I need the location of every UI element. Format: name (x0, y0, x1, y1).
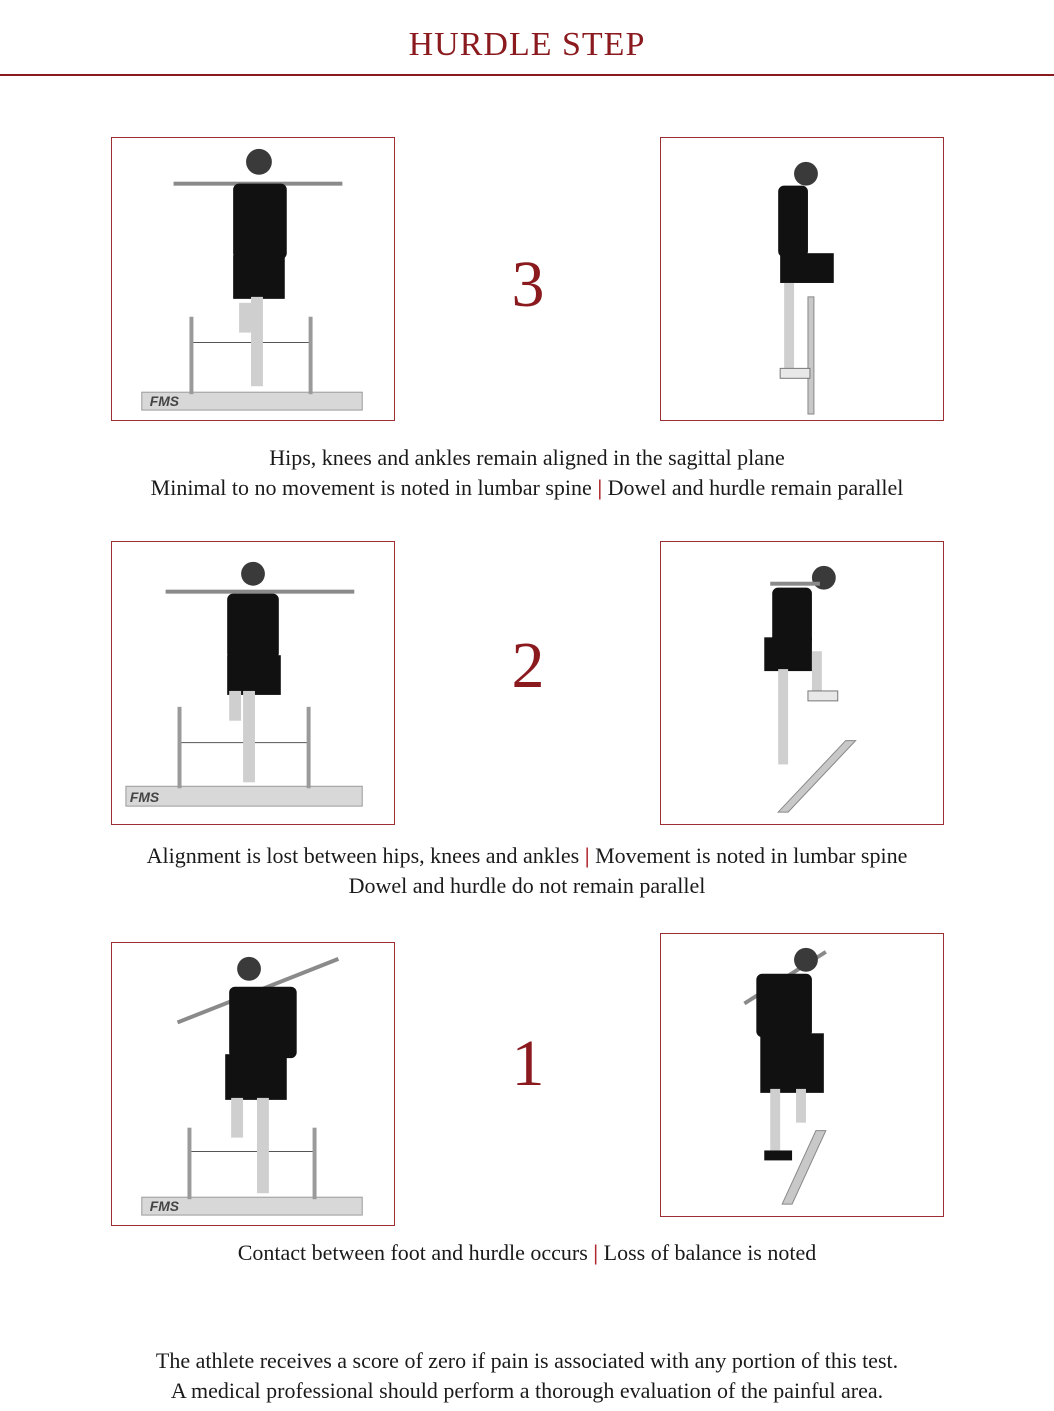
score-3-side-photo (660, 137, 944, 421)
score-1-caption-line1: Contact between foot and hurdle occurs |… (237, 1240, 817, 1265)
caption-separator: | (593, 1240, 599, 1265)
fms-logo-text: FMS (150, 393, 180, 409)
score-1-side-photo (660, 933, 944, 1217)
score-2-caption-line1: Alignment is lost between hips, knees an… (146, 843, 908, 868)
score-2-caption: Alignment is lost between hips, knees an… (0, 841, 1054, 901)
score-2-front-photo: FMS (111, 541, 395, 825)
score-2-side-photo (660, 541, 944, 825)
pain-note-line2: A medical professional should perform a … (170, 1378, 884, 1403)
score-3-caption-line2: Minimal to no movement is noted in lumba… (150, 475, 904, 500)
score-3-caption: Hips, knees and ankles remain aligned in… (0, 443, 1054, 503)
score-3: 3 (511, 248, 545, 321)
fms-logo-text: FMS (130, 789, 160, 805)
pain-note-line1: The athlete receives a score of zero if … (155, 1348, 899, 1373)
score-3-front-photo: FMS (111, 137, 395, 421)
fms-logo-text: FMS (150, 1198, 180, 1214)
score-1: 1 (511, 1027, 545, 1100)
score-2: 2 (511, 629, 545, 702)
score-3-caption-line1: Hips, knees and ankles remain aligned in… (269, 445, 785, 470)
page-title: HURDLE STEP (408, 26, 646, 63)
caption-separator: | (597, 475, 603, 500)
score-2-caption-line2: Dowel and hurdle do not remain parallel (348, 873, 706, 898)
title-divider (0, 74, 1054, 76)
pain-note: The athlete receives a score of zero if … (0, 1346, 1054, 1406)
caption-separator: | (584, 843, 590, 868)
score-1-caption: Contact between foot and hurdle occurs |… (0, 1238, 1054, 1268)
score-1-front-photo: FMS (111, 942, 395, 1226)
